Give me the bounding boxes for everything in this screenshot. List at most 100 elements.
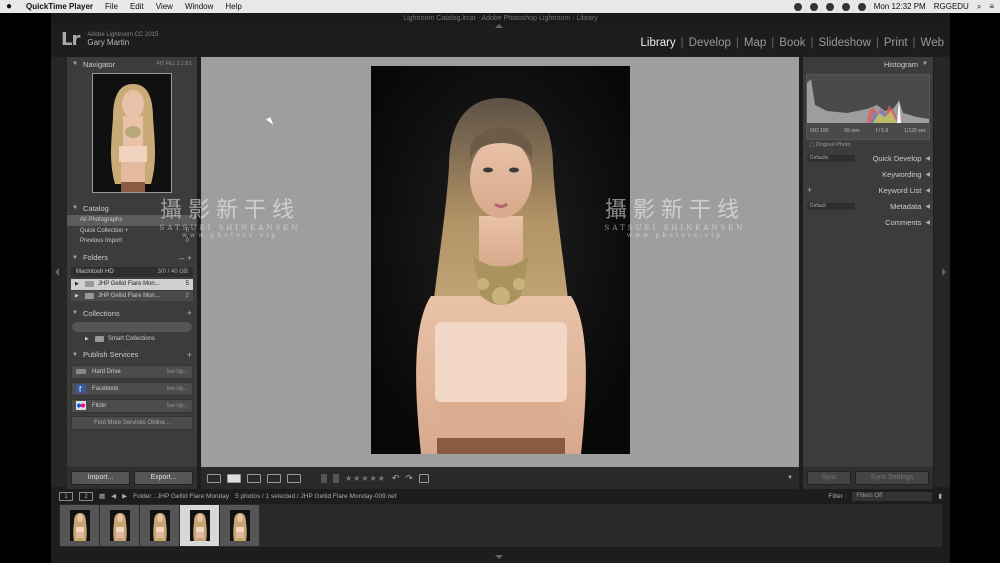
expand-icon[interactable]: ▶ [85, 336, 89, 342]
folders-header[interactable]: ▼ Folders – + [67, 251, 197, 265]
filter-lock-icon[interactable]: ▮ [938, 492, 942, 500]
smart-collections-label: Smart Collections [107, 336, 155, 343]
volume-row[interactable]: Macintosh HD 3/0 / 40 GB [71, 266, 193, 277]
find-more-services-button[interactable]: Find More Services Online... [71, 415, 193, 430]
add-collection-button[interactable]: + [187, 308, 192, 318]
module-library[interactable]: Library [641, 37, 676, 49]
original-photo-label[interactable]: ▢ Original Photo [803, 140, 933, 150]
record-icon[interactable] [809, 2, 818, 11]
export-button[interactable]: Export... [134, 471, 193, 485]
bottom-panel-toggle-icon[interactable] [495, 555, 503, 559]
collection-filter-input[interactable] [72, 322, 192, 332]
menu-window[interactable]: Window [185, 2, 213, 11]
module-develop[interactable]: Develop [689, 37, 731, 49]
survey-view-button[interactable] [267, 473, 281, 483]
menu-view[interactable]: View [156, 2, 173, 11]
module-print[interactable]: Print [884, 37, 908, 49]
add-folder-button[interactable]: – + [179, 253, 192, 263]
keyword-list-header[interactable]: + Keyword List ◀ [803, 182, 933, 198]
status-icon[interactable] [793, 2, 802, 11]
loupe-view-button[interactable] [227, 473, 241, 483]
publish-service-facebook[interactable]: f Facebook Set Up... [71, 381, 193, 396]
menu-edit[interactable]: Edit [130, 2, 144, 11]
publish-service-flickr[interactable]: Flickr Set Up... [71, 398, 193, 413]
search-icon[interactable]: ⌕ [977, 2, 981, 12]
navigator-preview[interactable] [92, 73, 172, 193]
menu-help[interactable]: Help [225, 2, 241, 11]
left-panel-toggle-icon[interactable] [55, 268, 59, 276]
filmstrip-thumbnail[interactable] [220, 505, 259, 546]
import-button[interactable]: Import... [71, 471, 130, 485]
setup-link[interactable]: Set Up... [167, 369, 188, 375]
crop-tool-button[interactable] [418, 473, 429, 483]
toolbar-menu-icon[interactable]: ▼ [787, 475, 793, 481]
setup-link[interactable]: Set Up... [167, 386, 188, 392]
checkbox-icon[interactable]: ▢ [809, 142, 814, 148]
catalog-item[interactable]: Quick Collection + 0 [67, 226, 197, 237]
metadata-header[interactable]: Default Metadata ◀ [803, 198, 933, 214]
grid-icon[interactable]: ▦ [99, 492, 105, 500]
rotate-right-icon[interactable]: ↷ [405, 473, 413, 484]
metadata-preset-dropdown[interactable]: Default [807, 202, 855, 210]
collections-header[interactable]: ▼ Collections + [67, 306, 197, 320]
expand-icon[interactable]: ▶ [75, 281, 79, 287]
list-icon[interactable]: ≡ [989, 2, 994, 11]
people-view-button[interactable] [287, 473, 301, 483]
module-map[interactable]: Map [744, 37, 766, 49]
folder-item[interactable]: ▶ JHP Gellid Flare Mon... 2 [71, 290, 193, 301]
forward-arrow-icon[interactable]: ▶ [122, 492, 127, 500]
main-photo[interactable] [371, 66, 630, 454]
sync-settings-button[interactable]: Sync Settings [855, 471, 929, 485]
window-1-button[interactable]: 1 [59, 491, 73, 501]
volume-icon[interactable] [841, 2, 850, 11]
module-slideshow[interactable]: Slideshow [818, 37, 870, 49]
publish-services-header[interactable]: ▼ Publish Services + [67, 348, 197, 362]
catalog-header[interactable]: ▼ Catalog [67, 201, 197, 215]
quick-develop-header[interactable]: Defaults Quick Develop ◀ [803, 150, 933, 166]
filmstrip-thumbnail[interactable] [100, 505, 139, 546]
pick-flag-icon[interactable] [321, 473, 327, 483]
loupe-view[interactable] [201, 57, 799, 467]
reject-flag-icon[interactable] [333, 473, 339, 483]
filmstrip-info[interactable]: 5 photos / 1 selected / JHP Gellid Flare… [235, 493, 396, 500]
module-web[interactable]: Web [921, 37, 944, 49]
keywording-header[interactable]: Keywording ◀ [803, 166, 933, 182]
wifi-icon[interactable] [825, 2, 834, 11]
histogram-chart[interactable]: ISO 100 55 mm f / 5.6 1/125 sec [806, 74, 930, 140]
menu-app-name[interactable]: QuickTime Player [26, 2, 93, 11]
menu-user[interactable]: RGGEDU [934, 2, 969, 11]
saved-preset-dropdown[interactable]: Defaults [807, 154, 855, 162]
add-publish-service-button[interactable]: + [187, 350, 192, 360]
battery-icon[interactable] [857, 2, 866, 11]
navigator-header[interactable]: ▼ Navigator FIT FILL 1:1 3:1 [67, 57, 197, 71]
filmstrip-thumbnail[interactable] [60, 505, 99, 546]
right-panel-toggle-icon[interactable] [942, 268, 946, 276]
expand-icon[interactable]: ▶ [75, 293, 79, 299]
module-book[interactable]: Book [779, 37, 805, 49]
menu-clock[interactable]: Mon 12:32 PM [874, 2, 926, 11]
histogram-header[interactable]: Histogram ▼ [803, 57, 933, 71]
top-panel-toggle-icon[interactable] [495, 24, 503, 28]
filmstrip-thumbnail[interactable] [180, 505, 219, 546]
comments-header[interactable]: Comments ◀ [803, 214, 933, 230]
rating-stars[interactable]: ★★★★★ [345, 474, 386, 483]
menu-file[interactable]: File [105, 2, 118, 11]
add-keyword-button[interactable]: + [807, 185, 812, 195]
back-arrow-icon[interactable]: ◀ [111, 492, 116, 500]
rotate-left-icon[interactable]: ↶ [392, 473, 400, 484]
sync-button[interactable]: Sync [807, 471, 851, 485]
apple-icon[interactable]: ● [6, 1, 12, 12]
window-2-button[interactable]: 2 [79, 491, 93, 501]
catalog-item[interactable]: Previous Import 0 [67, 236, 197, 247]
compare-view-button[interactable] [247, 473, 261, 483]
grid-view-button[interactable] [207, 473, 221, 483]
setup-link[interactable]: Set Up... [167, 403, 188, 409]
filter-dropdown[interactable]: Filters Off [852, 491, 933, 501]
navigator-zoom[interactable]: FIT FILL 1:1 3:1 [157, 61, 192, 67]
publish-service-hard-drive[interactable]: Hard Drive Set Up... [71, 364, 193, 379]
catalog-item[interactable]: All Photographs [67, 215, 197, 226]
filmstrip-thumbnail[interactable] [140, 505, 179, 546]
folder-item[interactable]: ▶ JHP Gellid Flare Mon... 5 [71, 279, 193, 290]
smart-collections-item[interactable]: ▶ Smart Collections [67, 334, 197, 345]
filmstrip-source[interactable]: Folder : JHP Gellid Flare Monday [133, 493, 229, 500]
